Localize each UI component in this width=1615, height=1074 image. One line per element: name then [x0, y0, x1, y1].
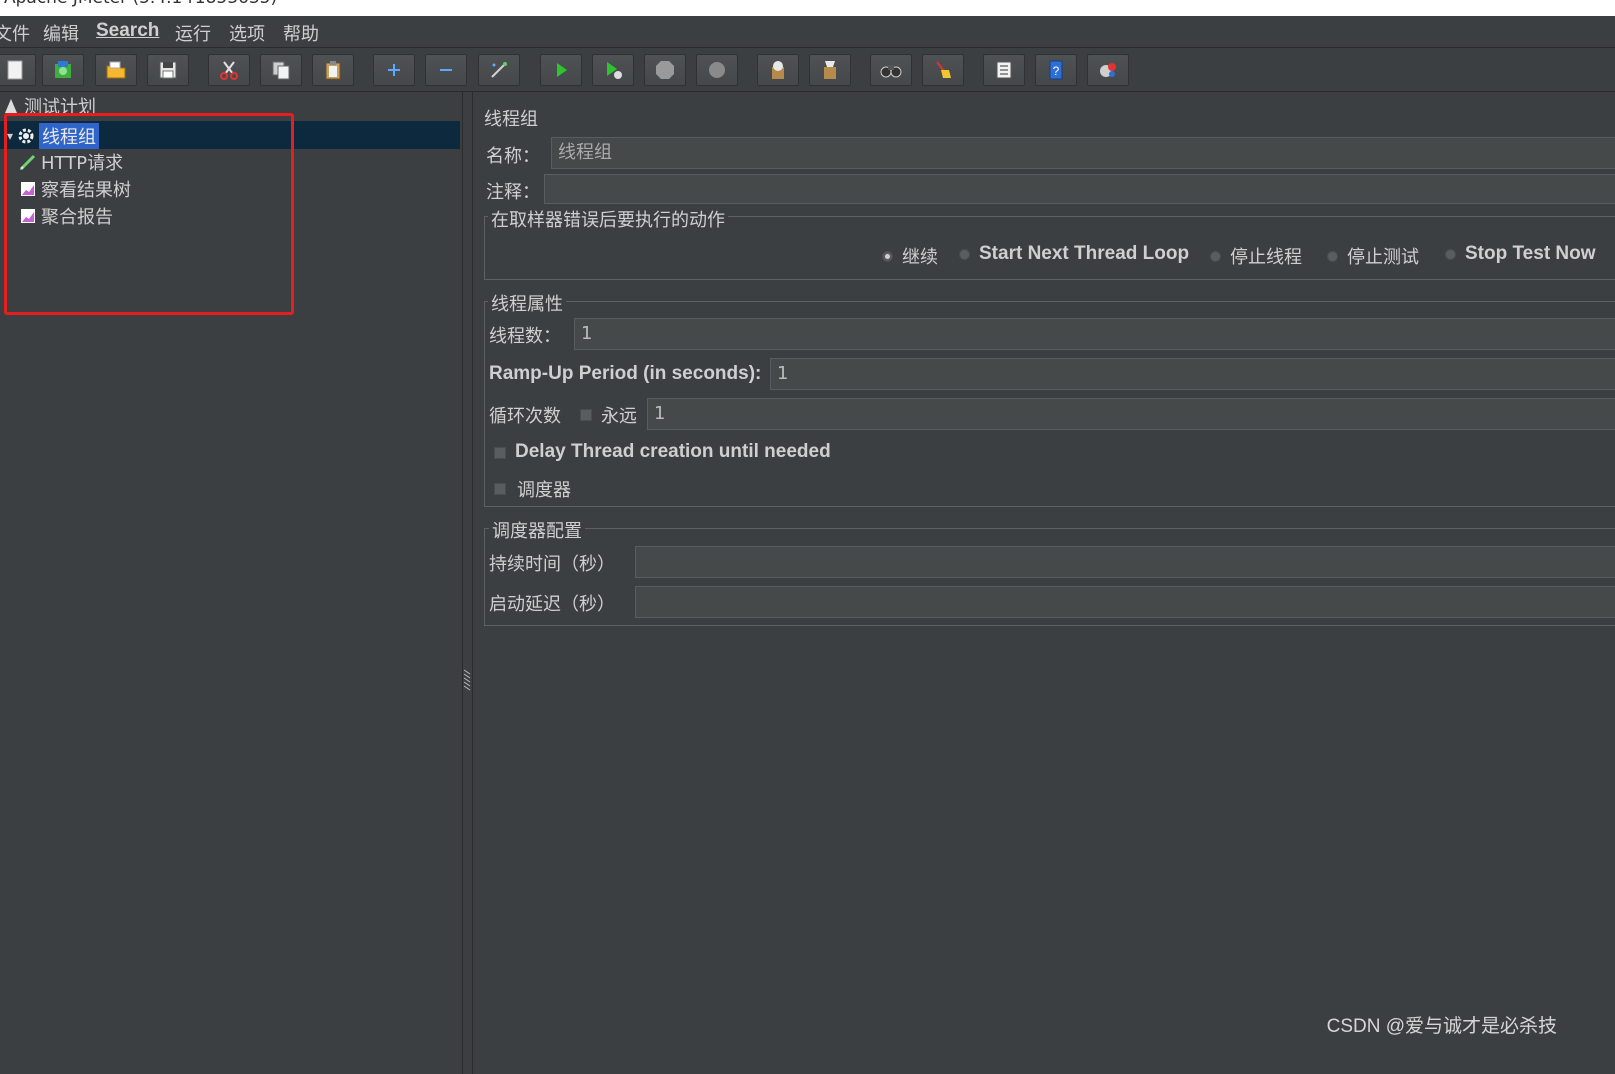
- templates-icon: [55, 61, 71, 78]
- menu-search[interactable]: Search: [96, 20, 159, 42]
- pane-splitter[interactable]: [462, 92, 473, 1074]
- minus-icon: [440, 69, 452, 71]
- menu-run[interactable]: 运行: [175, 20, 211, 46]
- stop-button[interactable]: [644, 54, 686, 86]
- toggle-wand-icon: [491, 62, 507, 78]
- duration-label: 持续时间（秒）: [489, 554, 615, 575]
- menu-options[interactable]: 选项: [229, 20, 265, 46]
- help-button[interactable]: ?: [1035, 54, 1077, 86]
- radio-stop-thread[interactable]: 停止线程: [1210, 243, 1302, 269]
- play-icon: [557, 63, 567, 77]
- radio-dot: [1327, 250, 1338, 262]
- loop-count-label: 循环次数: [489, 406, 561, 427]
- new-button[interactable]: [0, 54, 36, 86]
- remote-button[interactable]: [1087, 54, 1129, 86]
- thread-properties-legend: 线程属性: [488, 290, 566, 316]
- forever-label: 永远: [601, 406, 637, 427]
- duration-field[interactable]: [635, 546, 1615, 578]
- comment-field[interactable]: [544, 174, 1615, 204]
- open-folder-icon: [106, 61, 126, 79]
- radio-dot: [882, 250, 893, 262]
- forever-checkbox[interactable]: [580, 409, 592, 421]
- help-icon: ?: [1049, 60, 1063, 80]
- svg-text:?: ?: [1053, 64, 1060, 78]
- scheduler-label: 调度器: [517, 480, 571, 501]
- delay-thread-label: Delay Thread creation until needed: [515, 441, 831, 462]
- radio-label: 继续: [902, 247, 938, 268]
- clear-button[interactable]: [757, 54, 799, 86]
- startup-delay-field[interactable]: [635, 586, 1615, 618]
- reset-search-button[interactable]: [922, 54, 964, 86]
- rampup-field[interactable]: 1: [770, 358, 1615, 390]
- radio-start-next-thread-loop[interactable]: Start Next Thread Loop: [959, 243, 1189, 265]
- binoculars-icon: [880, 65, 902, 78]
- paste-clipboard-icon: [325, 61, 341, 80]
- scissors-icon: [220, 61, 238, 80]
- annotation-highlight-box: [4, 113, 294, 315]
- delay-thread-checkbox[interactable]: [494, 447, 506, 459]
- broom-all-icon: [824, 61, 836, 79]
- radio-stop-test[interactable]: 停止测试: [1327, 243, 1419, 269]
- radio-label: Stop Test Now: [1465, 243, 1596, 264]
- expand-all-button[interactable]: [373, 54, 415, 86]
- rampup-label: Ramp-Up Period (in seconds):: [489, 363, 762, 384]
- shutdown-button[interactable]: [696, 54, 738, 86]
- window-titlebar: Apache JMeter (5.4.1 r1853635): [0, 0, 1615, 16]
- broom-gear-icon: [772, 61, 784, 79]
- comment-label: 注释：: [486, 182, 540, 203]
- stop-icon: [656, 61, 674, 79]
- shutdown-icon: [709, 62, 725, 78]
- radio-stop-test-now[interactable]: Stop Test Now: [1445, 243, 1596, 265]
- toolbar: ?: [0, 48, 1615, 92]
- save-button[interactable]: [147, 54, 189, 86]
- splitter-grip-icon: [463, 669, 471, 691]
- save-disk-icon: [159, 61, 177, 79]
- loop-count-field[interactable]: 1: [647, 398, 1615, 430]
- menu-edit[interactable]: 编辑: [43, 20, 79, 46]
- scheduler-config-legend: 调度器配置: [489, 517, 585, 543]
- copy-button[interactable]: [260, 54, 302, 86]
- open-button[interactable]: [95, 54, 137, 86]
- radio-label: 停止线程: [1230, 247, 1302, 268]
- threads-field[interactable]: 1: [574, 318, 1615, 350]
- remote-icon: [1100, 63, 1116, 77]
- menu-search-label: Search: [96, 20, 160, 41]
- list-icon: [996, 61, 1012, 79]
- radio-label: 停止测试: [1347, 247, 1419, 268]
- play-no-timers-icon: [607, 62, 622, 79]
- radio-dot: [959, 248, 970, 260]
- collapse-all-button[interactable]: [425, 54, 467, 86]
- threads-label: 线程数：: [489, 326, 561, 347]
- name-label: 名称：: [486, 146, 540, 167]
- csdn-watermark: CSDN @爱与诚才是必杀技: [1326, 1016, 1557, 1037]
- startup-delay-label: 启动延迟（秒）: [489, 594, 615, 615]
- templates-button[interactable]: [42, 54, 84, 86]
- search-button[interactable]: [870, 54, 912, 86]
- broom-icon: [936, 61, 951, 78]
- clear-all-button[interactable]: [809, 54, 851, 86]
- paste-button[interactable]: [312, 54, 354, 86]
- error-action-legend: 在取样器错误后要执行的动作: [488, 206, 728, 232]
- cut-button[interactable]: [208, 54, 250, 86]
- radio-label: Start Next Thread Loop: [979, 243, 1190, 264]
- radio-dot: [1445, 248, 1456, 260]
- scheduler-checkbox[interactable]: [494, 483, 506, 495]
- copy-icon: [272, 61, 290, 80]
- radio-continue[interactable]: 继续: [882, 243, 938, 269]
- start-no-pauses-button[interactable]: [592, 54, 634, 86]
- radio-dot: [1210, 250, 1221, 262]
- menu-help[interactable]: 帮助: [283, 20, 319, 46]
- menu-file[interactable]: 文件: [0, 20, 30, 46]
- toggle-button[interactable]: [478, 54, 520, 86]
- panel-title: 线程组: [484, 109, 538, 130]
- menu-bar: 文件 编辑 Search 运行 选项 帮助: [0, 16, 1615, 48]
- new-file-icon: [7, 60, 23, 80]
- name-field[interactable]: 线程组: [551, 137, 1615, 169]
- start-button[interactable]: [540, 54, 582, 86]
- plus-icon: [388, 64, 400, 76]
- window-title: Apache JMeter (5.4.1 r1853635): [4, 0, 277, 8]
- function-helper-button[interactable]: [983, 54, 1025, 86]
